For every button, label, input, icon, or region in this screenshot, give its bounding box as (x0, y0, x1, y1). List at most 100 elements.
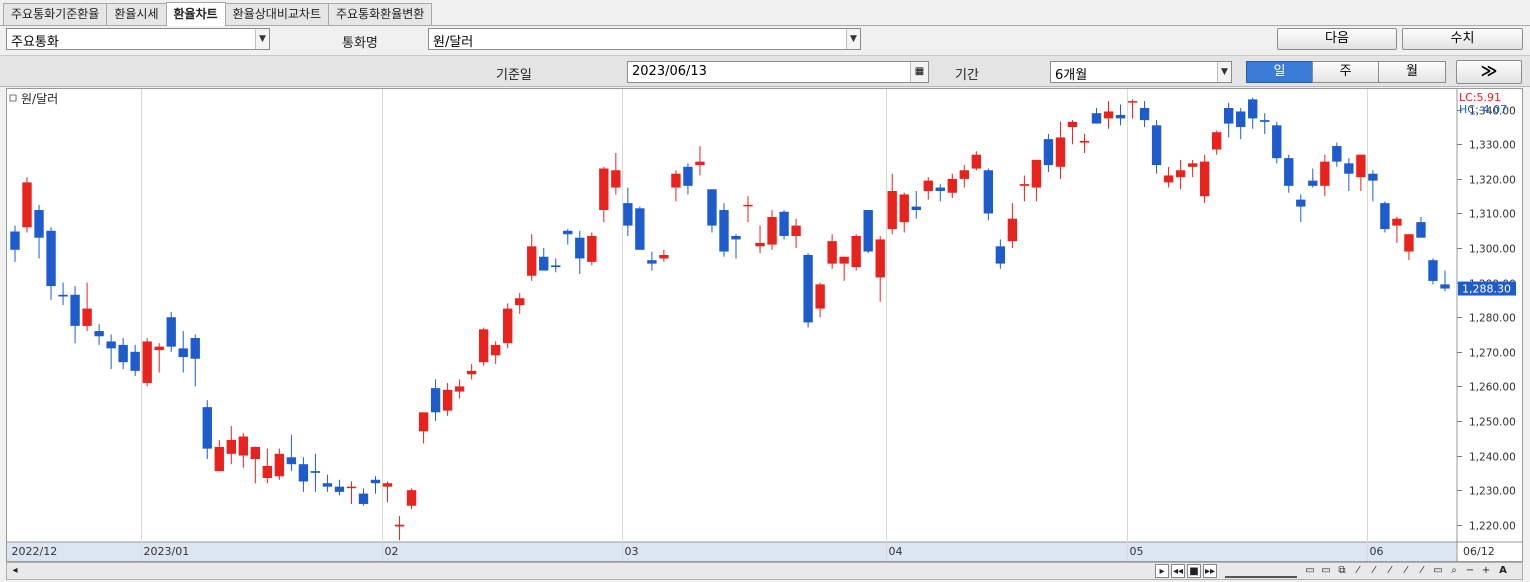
current-price-value: 1,288.30 (1462, 283, 1511, 296)
candle-body (310, 471, 321, 473)
candle-body (154, 346, 164, 351)
y-tick-label: 1,310.00 (1469, 209, 1516, 221)
candle-body (298, 464, 309, 482)
calendar-icon[interactable]: ▦ (910, 62, 928, 82)
pen-tool-icon[interactable]: ⁄ (1383, 564, 1397, 578)
candle-body (767, 216, 777, 245)
candle-body (1139, 108, 1150, 121)
candle (310, 453, 321, 492)
tab-relative-compare-chart[interactable]: 환율상대비교차트 (224, 3, 329, 25)
candle-body (1272, 125, 1282, 159)
copy-icon[interactable]: ⧉ (1335, 564, 1349, 578)
text-tool-icon[interactable]: A (1496, 564, 1510, 578)
marker-tool-icon[interactable]: ▭ (1431, 564, 1445, 578)
scroll-left-icon[interactable]: ◂ (9, 564, 21, 578)
candle (971, 151, 982, 171)
base-date-input[interactable]: 2023/06/13 ▦ (627, 61, 929, 83)
candle-body (923, 180, 933, 192)
candle (94, 324, 104, 345)
candle (1007, 203, 1018, 249)
candle-body (106, 341, 116, 349)
candle (22, 177, 32, 233)
candle-body (406, 490, 417, 506)
forward-button[interactable]: ≫ (1456, 60, 1522, 84)
chart-area[interactable]: 1,340.00 1,330.00 1,320.00 1,310.00 1,300.00… (6, 88, 1523, 562)
y-tick-label: 1,240.00 (1469, 452, 1516, 464)
candle (671, 170, 681, 202)
candle-body (478, 329, 489, 363)
candle (1344, 158, 1354, 192)
interval-week-button[interactable]: 주 (1312, 61, 1379, 83)
x-tick-label: 06 (1370, 545, 1384, 558)
search-icon[interactable]: ⌕ (1447, 564, 1461, 578)
candle (490, 341, 501, 364)
candle (466, 363, 477, 380)
zoom-out-icon[interactable]: − (1463, 564, 1477, 578)
hc-label: HC:-4.07 (1459, 103, 1507, 116)
candle-body (875, 239, 885, 278)
candle-body (515, 298, 525, 306)
candle (82, 282, 92, 332)
y-tick-label: 1,300.00 (1469, 244, 1516, 256)
candle (1115, 104, 1126, 126)
x-tick-label: 02 (385, 545, 399, 558)
interval-month-button[interactable]: 월 (1378, 61, 1446, 83)
candle-body (1368, 173, 1378, 181)
layout-icon[interactable]: ▭ (1303, 564, 1317, 578)
draw-tool-icon[interactable]: ⁄ (1367, 564, 1381, 578)
candle (647, 251, 657, 271)
candle (286, 434, 297, 472)
candle-body (130, 351, 140, 371)
candle (947, 173, 957, 198)
currency-group-select[interactable]: 주요통화 ▼ (6, 28, 270, 50)
zoom-slider[interactable] (1225, 564, 1297, 578)
candle-body (563, 230, 573, 235)
candle (683, 163, 693, 195)
date-period-row: 기준일 2023/06/13 ▦ 기간 6개월 ▼ 일 주 월 ≫ (0, 55, 1530, 87)
play-icon[interactable]: ▸ (1155, 564, 1169, 578)
candle (406, 488, 417, 510)
line-tool-icon[interactable]: ⁄ (1351, 564, 1365, 578)
next-button[interactable]: 다음 (1277, 28, 1397, 50)
value-button[interactable]: 수치 (1402, 28, 1523, 50)
candle (743, 196, 753, 223)
interval-day-button[interactable]: 일 (1246, 61, 1313, 83)
stop-icon[interactable]: ■ (1187, 564, 1201, 578)
candle-body (94, 331, 104, 337)
period-label: 기간 (955, 68, 979, 83)
fib-tool-icon[interactable]: ⁄ (1399, 564, 1413, 578)
tab-currency-converter[interactable]: 주요통화환율변환 (328, 3, 433, 25)
candle (887, 173, 897, 235)
x-tick-label: 06/12 (1463, 545, 1495, 558)
candle (575, 230, 585, 275)
candle-body (190, 337, 200, 359)
candle (1127, 99, 1138, 119)
candle-body (851, 235, 861, 268)
tab-major-currency-base-rate[interactable]: 주요통화기준환율 (3, 3, 108, 25)
candle (1392, 216, 1402, 243)
tab-exchange-chart[interactable]: 환율차트 (165, 2, 226, 26)
arrow-tool-icon[interactable]: ⁄ (1415, 564, 1429, 578)
currency-name-value: 원/달러 (433, 35, 474, 50)
rewind-icon[interactable]: ◂◂ (1171, 564, 1185, 578)
candle (1320, 154, 1330, 197)
candle-body (1019, 184, 1030, 186)
tab-exchange-quote[interactable]: 환율시세 (106, 3, 167, 25)
chevron-down-icon: ▼ (1217, 62, 1231, 82)
candlestick-chart[interactable]: 1,340.001,330.001,320.001,310.001,300.00… (7, 89, 1522, 561)
candle-body (1392, 218, 1402, 226)
chart-scrollbar[interactable]: ◂ ▸ ◂◂ ■ ▸▸ ▭ ▭ ⧉ ⁄ ⁄ ⁄ ⁄ ⁄ ▭ ⌕ − + A (6, 562, 1523, 580)
candle (815, 282, 825, 318)
candle-body (22, 182, 32, 228)
currency-name-select[interactable]: 원/달러 ▼ (428, 28, 861, 50)
period-select[interactable]: 6개월 ▼ (1050, 61, 1232, 83)
zoom-in-icon[interactable]: + (1479, 564, 1493, 578)
candle-body (34, 210, 44, 238)
fast-forward-icon[interactable]: ▸▸ (1203, 564, 1217, 578)
tab-bar: 주요통화기준환율 환율시세 환율차트 환율상대비교차트 주요통화환율변환 (0, 0, 1530, 26)
candle-body (1284, 158, 1294, 186)
candle (58, 282, 68, 306)
candle (1187, 159, 1198, 178)
candle-body (1211, 132, 1222, 150)
window-icon[interactable]: ▭ (1319, 564, 1333, 578)
